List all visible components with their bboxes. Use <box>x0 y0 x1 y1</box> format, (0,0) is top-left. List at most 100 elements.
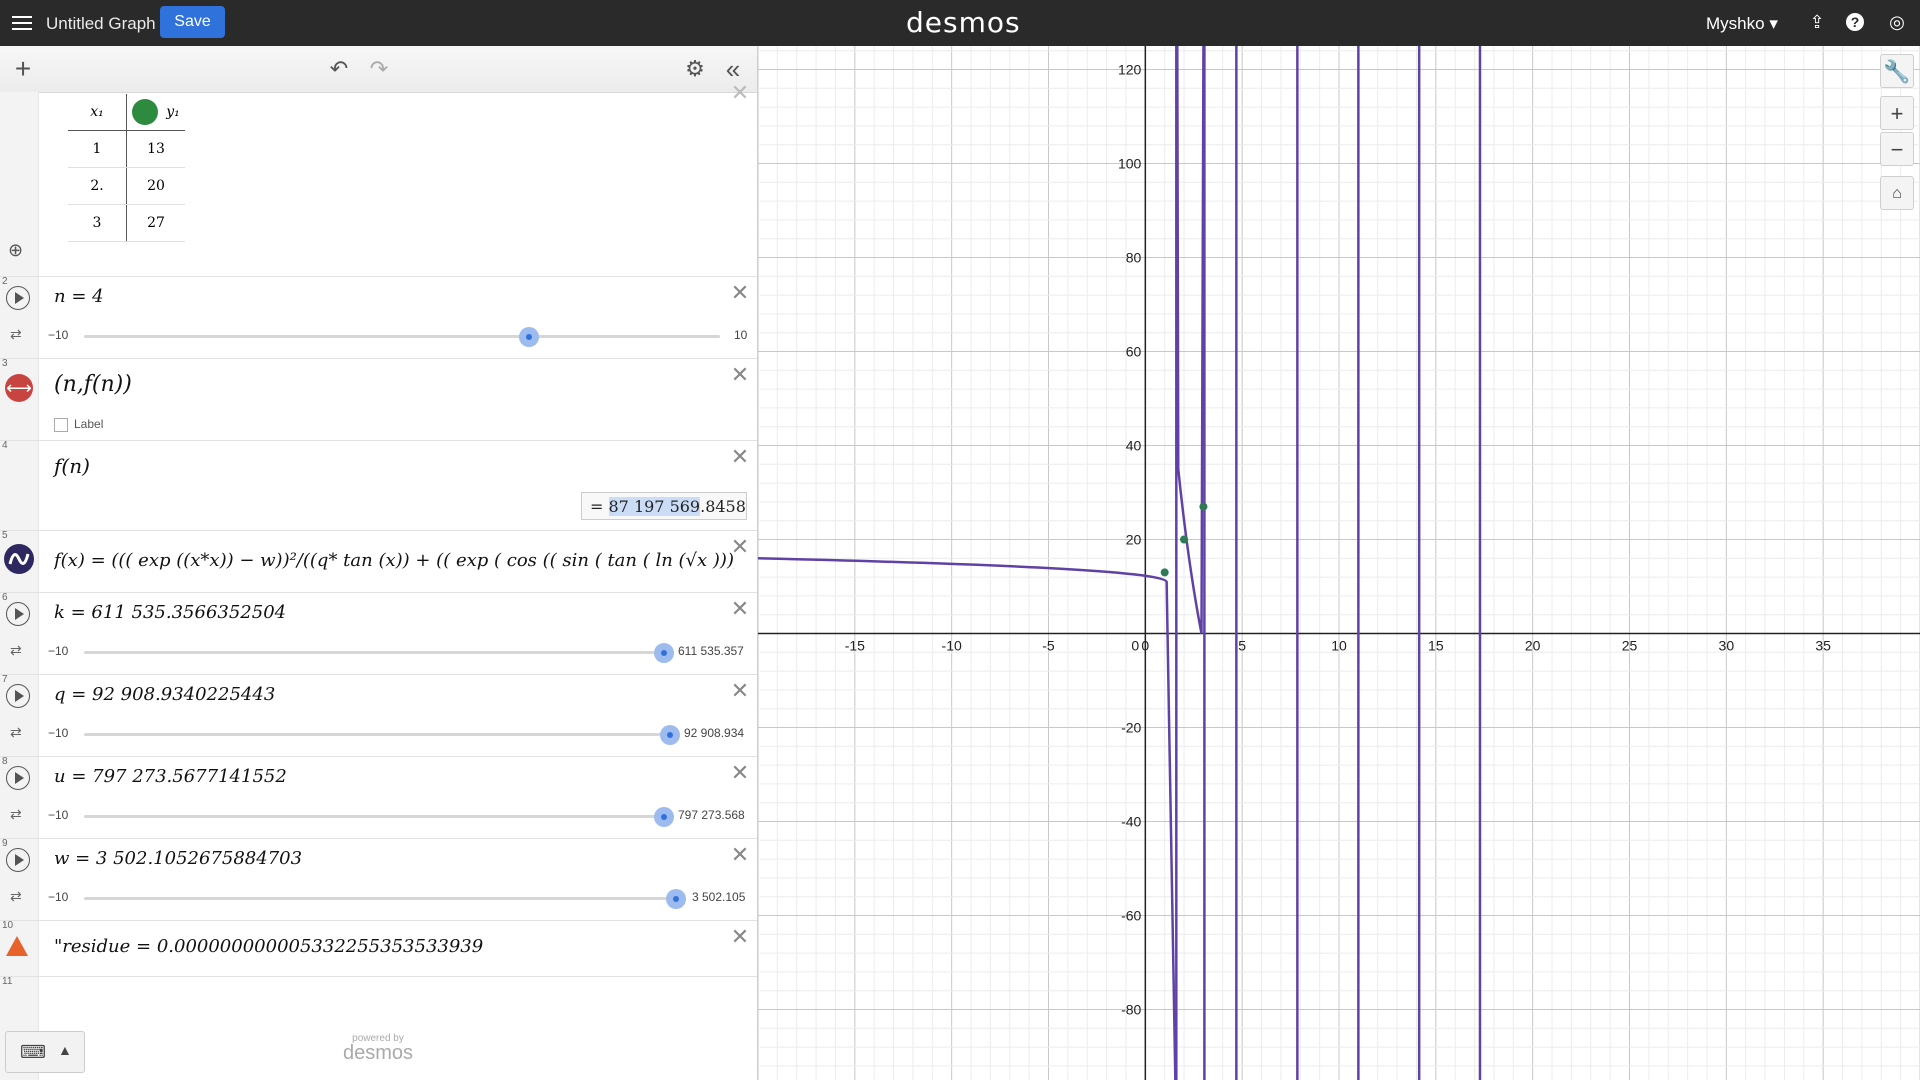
slider-w[interactable]: −10 3 502.105 <box>48 888 748 909</box>
slider-track[interactable] <box>84 335 720 338</box>
table-cell[interactable]: 1 <box>68 130 127 168</box>
zoom-in-icon[interactable]: + <box>1880 96 1914 130</box>
close-icon[interactable]: ✕ <box>729 536 751 558</box>
play-icon[interactable] <box>6 684 30 708</box>
loop-icon[interactable]: ⇄ <box>10 806 22 823</box>
slider-max[interactable]: 10 <box>734 328 747 342</box>
add-expression-icon[interactable]: + <box>10 55 36 83</box>
loop-icon[interactable]: ⇄ <box>10 642 22 659</box>
play-icon[interactable] <box>6 286 30 310</box>
keypad-toggle-button[interactable]: ⌨ ▲ <box>5 1031 85 1073</box>
slider-thumb[interactable] <box>666 889 686 909</box>
expression-slider-q[interactable]: 7 ⇄ q = 92 908.9340225443 −10 92 908.934… <box>0 674 757 757</box>
table-cell[interactable]: 20 <box>126 167 185 205</box>
expression-evaluation[interactable]: 4 f(n) = 87 197 569.8458 ✕ <box>0 440 757 531</box>
loop-icon[interactable]: ⇄ <box>10 326 22 343</box>
expression-function[interactable]: 5 f(x) = ((( exp ((x*x)) − w))²/((q* tan… <box>0 530 757 593</box>
save-button[interactable]: Save <box>160 6 225 38</box>
slider-u[interactable]: −10 797 273.568 <box>48 806 748 827</box>
close-icon[interactable]: ✕ <box>729 598 751 620</box>
slider-track[interactable] <box>84 733 670 736</box>
loop-icon[interactable]: ⇄ <box>10 724 22 741</box>
expression-slider-n[interactable]: 2 ⇄ n = 4 −10 10 ✕ <box>0 276 757 359</box>
play-icon[interactable] <box>6 602 30 626</box>
slider-thumb[interactable] <box>654 807 674 827</box>
close-icon[interactable]: ✕ <box>729 282 751 304</box>
graph-title[interactable]: Untitled Graph <box>46 14 156 34</box>
menu-icon[interactable] <box>12 13 32 33</box>
home-icon[interactable]: ⌂ <box>1880 176 1914 210</box>
expression-math[interactable]: w = 3 502.1052675884703 <box>54 848 302 869</box>
help-icon[interactable]: ? <box>1846 13 1864 31</box>
points-style-icon[interactable] <box>132 99 159 125</box>
drag-point-icon[interactable]: ⟷ <box>5 374 33 402</box>
table-cell[interactable]: 3 <box>68 204 127 242</box>
expression-math[interactable]: "residue = 0.000000000005332255353533939 <box>54 936 483 957</box>
undo-icon[interactable]: ↶ <box>326 56 352 82</box>
close-icon[interactable]: ✕ <box>729 82 751 104</box>
evaluation-value[interactable]: = 87 197 569.8458 <box>581 492 747 520</box>
table-cell[interactable]: 13 <box>126 130 185 168</box>
slider-track[interactable] <box>84 897 676 900</box>
redo-icon[interactable]: ↷ <box>366 56 392 82</box>
slider-thumb[interactable] <box>660 725 680 745</box>
slider-min[interactable]: −10 <box>48 726 68 740</box>
expression-math[interactable]: q = 92 908.9340225443 <box>54 684 275 705</box>
slider-min[interactable]: −10 <box>48 644 68 658</box>
powered-by-desmos[interactable]: powered by desmos <box>338 1033 418 1065</box>
slider-min[interactable]: −10 <box>48 328 68 342</box>
gear-icon[interactable]: ⚙ <box>682 56 708 82</box>
expression-empty[interactable]: 11 <box>0 976 757 1016</box>
play-icon[interactable] <box>6 766 30 790</box>
slider-max[interactable]: 3 502.105 <box>692 890 745 904</box>
close-icon[interactable]: ✕ <box>729 844 751 866</box>
table-expression[interactable]: x₁ y₁ 1 13 2. 20 3 27 ⊕ ✕ <box>0 82 757 277</box>
close-icon[interactable]: ✕ <box>729 762 751 784</box>
expression-math[interactable]: (n,f(n)) <box>54 372 132 397</box>
expression-slider-w[interactable]: 9 ⇄ w = 3 502.1052675884703 −10 3 502.10… <box>0 838 757 921</box>
expression-slider-k[interactable]: 6 ⇄ k = 611 535.3566352504 −10 611 535.3… <box>0 592 757 675</box>
expression-point[interactable]: 3 ⟷ (n,f(n)) Label ✕ <box>0 358 757 441</box>
slider-max[interactable]: 797 273.568 <box>678 808 745 822</box>
slider-track[interactable] <box>84 815 664 818</box>
collapse-panel-icon[interactable]: « <box>720 56 746 82</box>
slider-max[interactable]: 92 908.934 <box>684 726 744 740</box>
slider-k[interactable]: −10 611 535.357 <box>48 642 748 663</box>
expression-math[interactable]: f(x) = ((( exp ((x*x)) − w))²/((q* tan (… <box>54 550 734 571</box>
zoom-out-icon[interactable]: − <box>1880 132 1914 166</box>
wrench-icon[interactable]: 🔧 <box>1880 54 1914 88</box>
expression-error[interactable]: 10 "residue = 0.000000000005332255353533… <box>0 920 757 977</box>
table-header-x1[interactable]: x₁ <box>68 94 127 131</box>
graph-paper[interactable]: -15 -10 -5 0 5 10 15 20 25 30 35 0 120 100 80 60 40 20 -20… <box>758 46 1920 1080</box>
slider-max[interactable]: 611 535.357 <box>678 644 744 658</box>
graph-svg[interactable]: -15 -10 -5 0 5 10 15 20 25 30 35 0 120 100 80 60 40 20 -20… <box>758 46 1920 1080</box>
expression-math[interactable]: f(n) <box>54 454 90 478</box>
expression-math[interactable]: k = 611 535.3566352504 <box>54 602 286 623</box>
close-icon[interactable]: ✕ <box>729 364 751 386</box>
loop-icon[interactable]: ⇄ <box>10 888 22 905</box>
expression-math[interactable]: u = 797 273.5677141552 <box>54 766 287 787</box>
language-globe-icon[interactable]: ◎ <box>1886 11 1908 33</box>
slider-track[interactable] <box>84 651 664 654</box>
slider-q[interactable]: −10 92 908.934 <box>48 724 748 745</box>
expression-slider-u[interactable]: 8 ⇄ u = 797 273.5677141552 −10 797 273.5… <box>0 756 757 839</box>
close-icon[interactable]: ✕ <box>729 680 751 702</box>
slider-thumb[interactable] <box>654 643 674 663</box>
slider-min[interactable]: −10 <box>48 808 68 822</box>
zoom-fit-icon[interactable]: ⊕ <box>8 240 23 261</box>
slider-min[interactable]: −10 <box>48 890 68 904</box>
close-icon[interactable]: ✕ <box>729 926 751 948</box>
close-icon[interactable]: ✕ <box>729 446 751 468</box>
table-header-y1[interactable]: y₁ <box>126 94 185 131</box>
user-menu[interactable]: Myshko ▾ <box>1706 14 1778 34</box>
slider-n[interactable]: −10 10 <box>48 326 748 347</box>
play-icon[interactable] <box>6 848 30 872</box>
table-cell[interactable]: 2. <box>68 167 127 205</box>
table-cell[interactable]: 27 <box>126 204 185 242</box>
expression-math[interactable]: n = 4 <box>54 286 104 307</box>
function-style-icon[interactable] <box>4 544 34 574</box>
share-icon[interactable]: ⇪ <box>1806 11 1828 33</box>
slider-thumb[interactable] <box>519 327 540 347</box>
warning-icon[interactable] <box>6 936 28 956</box>
data-table[interactable]: x₁ y₁ 1 13 2. 20 3 27 <box>68 94 185 242</box>
